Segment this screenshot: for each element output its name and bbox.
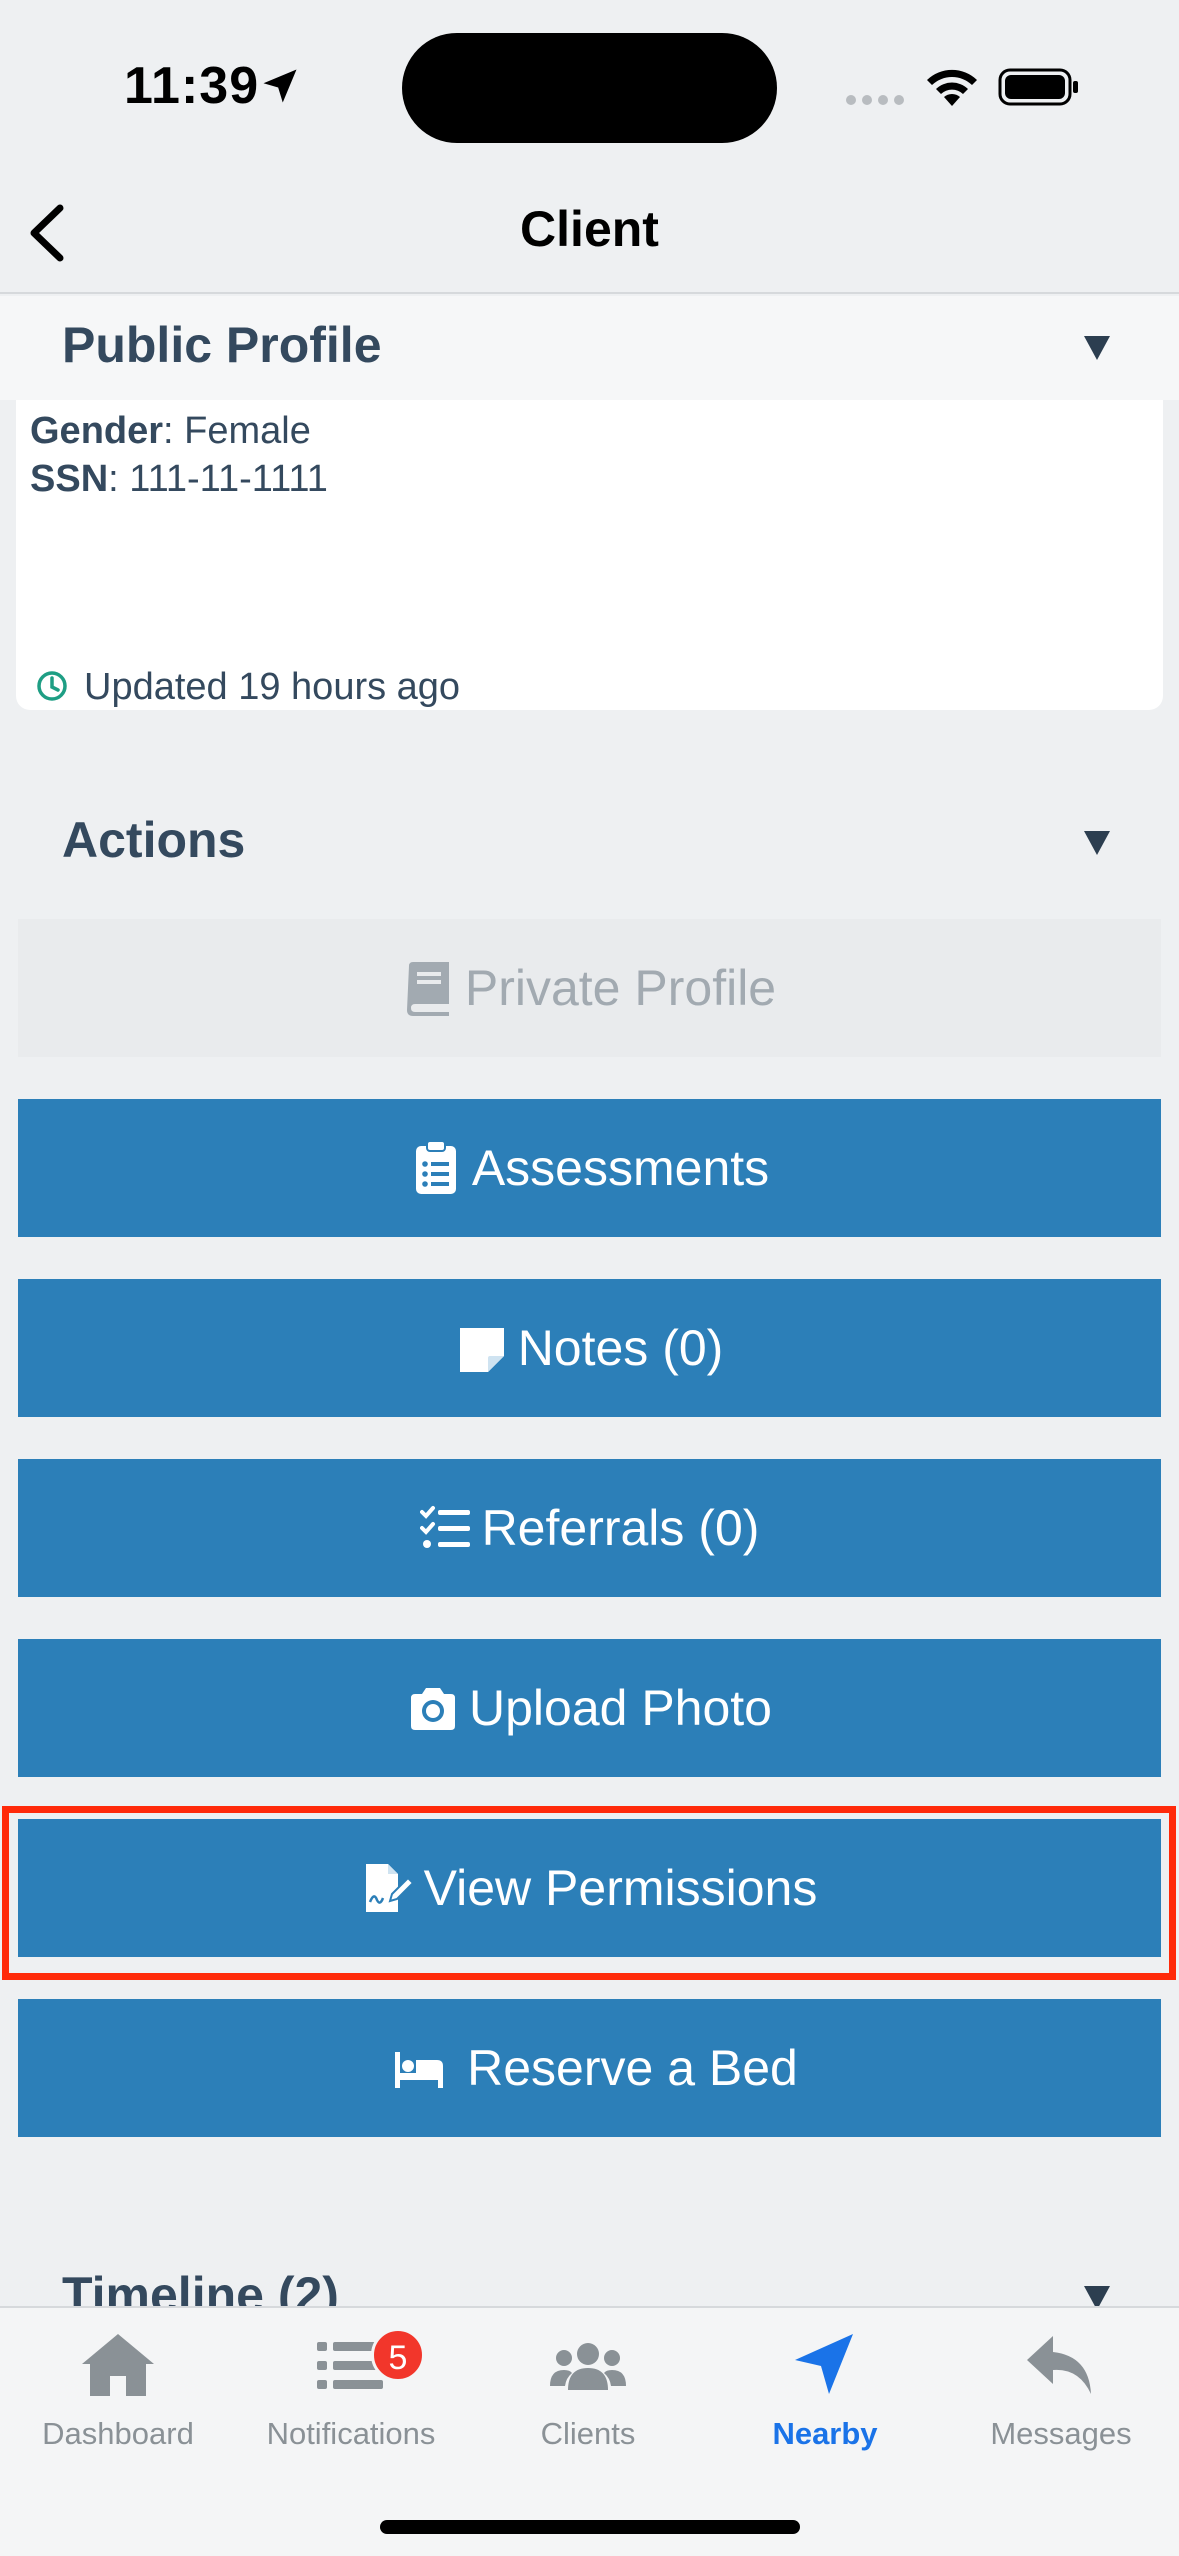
file-signature-icon [365, 1864, 414, 1912]
assessments-button[interactable]: Assessments [18, 1099, 1161, 1237]
notes-button[interactable]: Notes (0) [18, 1279, 1161, 1417]
wifi-icon [927, 69, 977, 106]
section-title: Public Profile [62, 317, 382, 373]
ssn-value: : 111-11-1111 [108, 458, 328, 500]
sticky-note-icon [459, 1328, 504, 1372]
tab-notifications[interactable]: 5 Notifications [233, 2308, 469, 2468]
private-profile-button[interactable]: Private Profile [18, 919, 1161, 1057]
button-label: View Permissions [423, 1860, 818, 1916]
navigation-bar: Client [0, 170, 1179, 294]
referrals-button[interactable]: Referrals (0) [18, 1459, 1161, 1597]
actions-header[interactable]: Actions [0, 791, 1179, 895]
button-label: Notes (0) [517, 1320, 724, 1376]
button-label: Reserve a Bed [467, 2040, 798, 2096]
tab-label: Dashboard [42, 2416, 194, 2451]
status-bar: 11:39 [0, 0, 1179, 170]
timeline-header[interactable]: Timeline (2) [0, 2246, 1179, 2306]
public-profile-card: Gender: Female SSN: 111-11-1111 Updated … [16, 400, 1163, 710]
location-arrow-icon [263, 69, 297, 103]
status-time: 11:39 [124, 57, 260, 115]
dynamic-island [402, 33, 777, 143]
book-icon [406, 962, 449, 1016]
clock-icon [37, 671, 67, 701]
upload-photo-button[interactable]: Upload Photo [18, 1639, 1161, 1777]
home-indicator [380, 2520, 800, 2534]
reserve-bed-button[interactable]: Reserve a Bed [18, 1999, 1161, 2137]
updated-timestamp: Updated 19 hours ago [84, 666, 461, 708]
ssn-label: SSN [30, 458, 109, 500]
tab-bar: Dashboard 5 Notifications Clients Nearby… [0, 2306, 1179, 2556]
button-label: Upload Photo [468, 1680, 772, 1736]
tab-messages[interactable]: Messages [943, 2308, 1179, 2468]
tab-clients[interactable]: Clients [470, 2308, 706, 2468]
section-title: Timeline (2) [62, 2267, 339, 2306]
location-arrow-icon [795, 2334, 853, 2394]
users-icon [550, 2343, 626, 2390]
page-title: Client [520, 201, 659, 257]
gender-value: : Female [163, 410, 311, 452]
tab-dashboard[interactable]: Dashboard [0, 2308, 236, 2468]
gender-label: Gender [30, 410, 164, 452]
section-title: Actions [62, 812, 246, 868]
public-profile-header[interactable]: Public Profile [0, 296, 1179, 400]
button-label: Referrals (0) [481, 1500, 760, 1556]
tab-label: Messages [990, 2416, 1132, 2451]
scroll-content[interactable]: Public Profile Gender: Female SSN: 111-1… [0, 296, 1179, 2306]
notification-badge: 5 [371, 2328, 425, 2382]
view-permissions-button[interactable]: View Permissions [18, 1819, 1161, 1957]
checklist-icon [419, 1506, 470, 1548]
camera-icon [410, 1688, 455, 1730]
client-screen: 11:39 Client Public Profile Gender: Fema… [0, 0, 1179, 2556]
home-icon [82, 2334, 154, 2396]
bed-icon [395, 2052, 444, 2088]
reply-icon [1027, 2336, 1091, 2394]
collapse-caret-icon[interactable] [1082, 827, 1112, 859]
button-label: Private Profile [464, 960, 777, 1016]
collapse-caret-icon[interactable] [1082, 2282, 1112, 2306]
cellular-signal-icon [846, 95, 904, 105]
tab-label: Nearby [772, 2416, 878, 2451]
battery-icon [998, 68, 1078, 106]
tab-label: Clients [540, 2416, 636, 2451]
gender-field: Gender: Female [30, 410, 311, 453]
button-label: Assessments [471, 1140, 770, 1196]
clipboard-list-icon [415, 1140, 456, 1194]
ssn-field: SSN: 111-11-1111 [30, 458, 328, 501]
tab-nearby[interactable]: Nearby [707, 2308, 943, 2468]
collapse-caret-icon[interactable] [1082, 332, 1112, 364]
tab-label: Notifications [266, 2416, 436, 2451]
